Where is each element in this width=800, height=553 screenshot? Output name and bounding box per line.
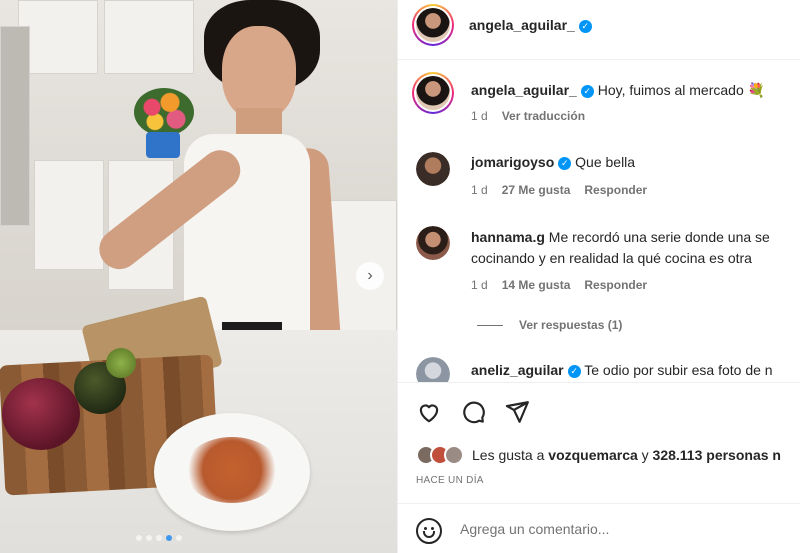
kitchen-cabinet: [34, 160, 104, 270]
carousel-dot: [176, 535, 182, 541]
header-username[interactable]: angela_aguilar_ ✓: [469, 17, 592, 33]
comment: jomarigoyso ✓ Que bella: [471, 154, 635, 170]
comment-text: Me recordó una serie donde una se: [548, 229, 770, 245]
emoji-icon[interactable]: [416, 518, 442, 544]
send-icon[interactable]: [504, 399, 530, 425]
avatar[interactable]: [412, 72, 454, 114]
reply-button[interactable]: Responder: [584, 183, 647, 197]
carousel-dot: [156, 535, 162, 541]
carousel-dot: [136, 535, 142, 541]
likes-summary[interactable]: Les gusta a vozquemarca y 328.113 person…: [416, 445, 781, 465]
carousel-indicator: [136, 535, 182, 541]
comment-bar: [398, 503, 800, 553]
heart-icon[interactable]: [416, 399, 442, 425]
comment-username[interactable]: jomarigoyso: [471, 154, 554, 170]
carousel-dot: [146, 535, 152, 541]
divider: [477, 324, 503, 326]
post-side-panel: angela_aguilar_ ✓ angela_aguilar_ ✓ Hoy, f…: [397, 0, 800, 553]
caption: angela_aguilar_ ✓ Hoy, fuimos al mercado …: [471, 82, 765, 99]
comment-likes[interactable]: 27 Me gusta: [502, 183, 571, 197]
lime: [106, 348, 136, 378]
caption-time[interactable]: 1 d: [471, 109, 488, 123]
kitchen-cabinet: [18, 0, 98, 74]
caption-meta: 1 d Ver traducción: [471, 109, 585, 123]
post-time[interactable]: HACE UN DÍA: [416, 475, 484, 486]
chevron-right-icon[interactable]: ›: [356, 262, 384, 290]
avatar[interactable]: [412, 4, 454, 46]
comment-time[interactable]: 1 d: [471, 183, 488, 197]
oven: [0, 26, 30, 226]
comment-time[interactable]: 1 d: [471, 278, 488, 292]
post-actions: Les gusta a vozquemarca y 328.113 person…: [398, 382, 800, 553]
avatar: [444, 445, 464, 465]
verified-badge-icon: ✓: [578, 19, 592, 33]
comment-username[interactable]: hannama.g: [471, 229, 545, 245]
caption-text: Hoy, fuimos al mercado 💐: [597, 82, 766, 98]
likes-count[interactable]: 328.113 personas n: [653, 447, 781, 463]
post-header: angela_aguilar_ ✓: [398, 0, 800, 60]
red-onion: [2, 378, 80, 450]
liker-username[interactable]: vozquemarca: [548, 447, 637, 463]
flower-bouquet: [134, 88, 194, 136]
kitchen-cabinet: [104, 0, 194, 74]
view-replies-button[interactable]: Ver respuestas (1): [477, 318, 622, 332]
comment-text: Te odio por subir esa foto de n: [584, 362, 773, 378]
face: [222, 26, 296, 120]
caption-username[interactable]: angela_aguilar_: [471, 82, 577, 98]
comment-text: cocinando y en realidad la qué cocina es…: [471, 250, 752, 266]
carousel-dot: [166, 535, 172, 541]
comment-meta: 1 d 27 Me gusta Responder: [471, 183, 647, 197]
verified-badge-icon: ✓: [558, 156, 572, 170]
translate-button[interactable]: Ver traducción: [502, 109, 585, 123]
reply-button[interactable]: Responder: [584, 278, 647, 292]
comment-likes[interactable]: 14 Me gusta: [502, 278, 571, 292]
avatar[interactable]: [416, 226, 450, 260]
comment-text: Que bella: [575, 154, 636, 170]
comment-username[interactable]: aneliz_aguilar: [471, 362, 564, 378]
post-photo[interactable]: ›: [0, 0, 397, 553]
verified-badge-icon: ✓: [580, 84, 594, 98]
chili-powder: [184, 437, 280, 503]
comment: hannama.g Me recordó una serie donde una…: [471, 229, 770, 245]
verified-badge-icon: ✓: [567, 364, 581, 378]
vase: [146, 132, 180, 158]
comment-icon[interactable]: [460, 399, 486, 425]
comment: aneliz_aguilar ✓ Te odio por subir esa fo…: [471, 362, 773, 378]
comment-meta: 1 d 14 Me gusta Responder: [471, 278, 647, 292]
avatar[interactable]: [416, 152, 450, 186]
comment-input[interactable]: [460, 521, 780, 537]
